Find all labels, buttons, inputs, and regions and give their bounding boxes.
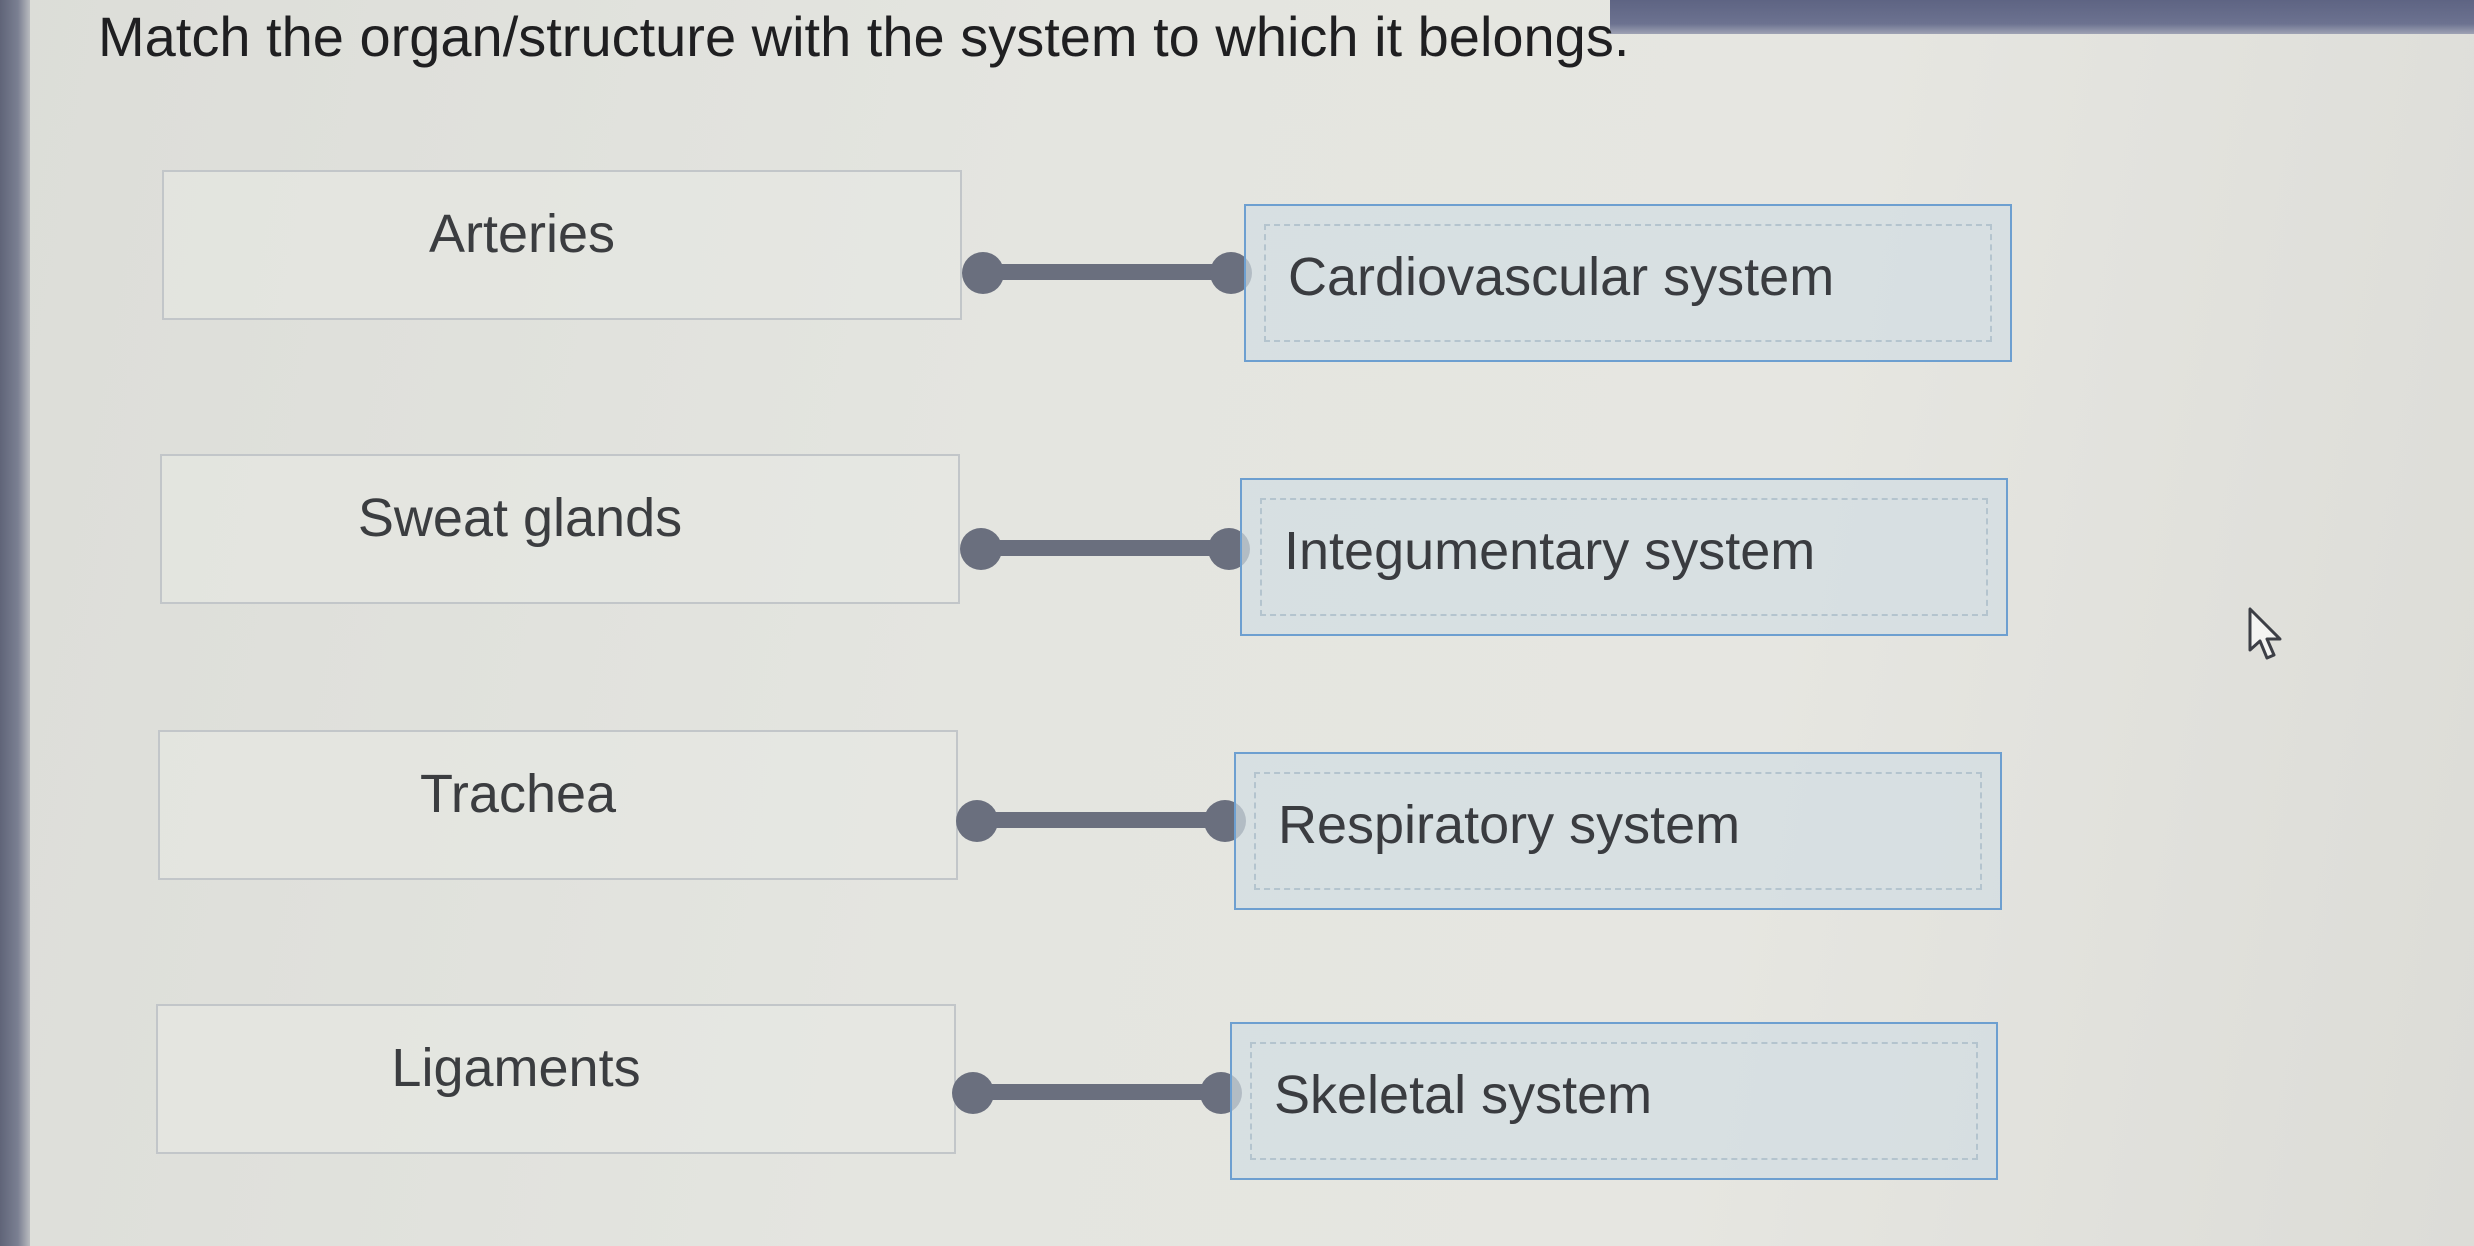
match-connector[interactable] [956, 800, 1246, 842]
answer-drop-zone[interactable]: Integumentary system [1260, 498, 1988, 616]
term-box-sweat-glands[interactable]: Sweat glands [160, 454, 960, 604]
term-label: Sweat glands [357, 488, 683, 548]
connector-line [982, 264, 1232, 280]
answer-label: Integumentary system [1284, 521, 1816, 581]
match-connector[interactable] [962, 252, 1252, 294]
answer-label: Skeletal system [1274, 1065, 1653, 1125]
question-text: Match the organ/structure with the syste… [98, 5, 1630, 68]
match-connector[interactable] [952, 1072, 1242, 1114]
monitor-bezel-top [1610, 0, 2474, 34]
term-label: Trachea [419, 764, 617, 824]
connector-line [976, 812, 1226, 828]
answer-drop-zone[interactable]: Skeletal system [1250, 1042, 1978, 1160]
connector-line [980, 540, 1230, 556]
answer-drop-zone[interactable]: Cardiovascular system [1264, 224, 1992, 342]
term-label: Ligaments [391, 1038, 641, 1098]
answer-drop-zone[interactable]: Respiratory system [1254, 772, 1982, 890]
term-box-ligaments[interactable]: Ligaments [156, 1004, 956, 1154]
answer-label: Cardiovascular system [1288, 247, 1835, 307]
term-box-trachea[interactable]: Trachea [158, 730, 958, 880]
answer-label: Respiratory system [1278, 795, 1741, 855]
connector-line [972, 1084, 1222, 1100]
term-box-arteries[interactable]: Arteries [162, 170, 962, 320]
match-connector[interactable] [960, 528, 1250, 570]
answer-box-skeletal[interactable]: Skeletal system [1230, 1022, 1998, 1180]
monitor-bezel-left [0, 0, 30, 1246]
answer-box-integumentary[interactable]: Integumentary system [1240, 478, 2008, 636]
mouse-pointer-icon [2248, 607, 2282, 660]
answer-box-cardiovascular[interactable]: Cardiovascular system [1244, 204, 2012, 362]
term-label: Arteries [428, 204, 616, 264]
answer-box-respiratory[interactable]: Respiratory system [1234, 752, 2002, 910]
